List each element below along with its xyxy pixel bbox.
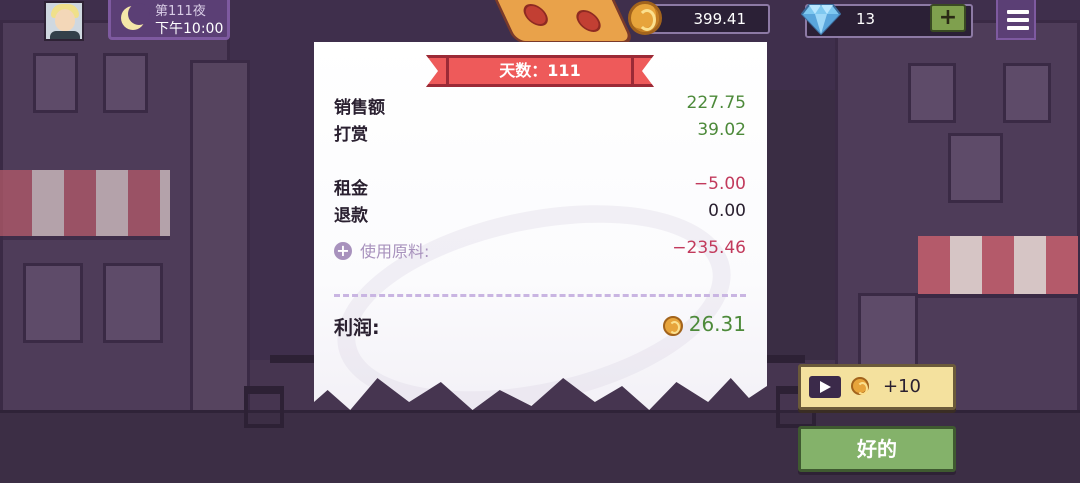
profit-value: 26.31 (688, 312, 746, 336)
night-counter: 第111夜 (155, 4, 206, 19)
window (23, 263, 83, 343)
sales-value: 227.75 (686, 93, 746, 113)
player-avatar[interactable] (44, 1, 84, 41)
watch-video-reward-button[interactable]: +10 (798, 364, 956, 410)
gem-icon (801, 4, 841, 35)
play-video-icon (809, 376, 841, 398)
window (33, 53, 78, 113)
building-right (835, 20, 1080, 415)
rent-value: −5.00 (693, 174, 746, 194)
rent-label: 租金 (334, 179, 368, 199)
refund-value: 0.00 (708, 201, 746, 221)
tips-label: 打赏 (334, 125, 368, 145)
pizza-decoration (494, 0, 636, 44)
ok-button[interactable]: 好的 (798, 426, 956, 472)
moon-icon (121, 3, 150, 30)
ingredients-label[interactable]: 使用原料: (360, 238, 429, 262)
expand-ingredients-icon[interactable]: + (334, 242, 352, 260)
window (103, 263, 163, 343)
window (103, 53, 148, 113)
window (1003, 63, 1051, 123)
ok-button-label: 好的 (857, 437, 897, 461)
cafe-table (765, 355, 805, 363)
video-reward-amount: +10 (883, 376, 921, 397)
building-left-side (190, 60, 250, 415)
window (908, 63, 956, 123)
coin-amount: 399.41 (693, 10, 747, 28)
menu-icon (1007, 10, 1029, 14)
awning-left (0, 170, 170, 240)
refund-label: 退款 (334, 206, 368, 226)
sales-label: 销售额 (334, 98, 385, 118)
window (948, 133, 1003, 203)
day-banner: 天数：111 (426, 52, 654, 90)
receipt-divider (334, 294, 746, 297)
add-gems-button[interactable]: + (930, 4, 966, 32)
day-time-panel: 第111夜 下午10:00 (108, 0, 230, 40)
ingredients-value: −235.46 (672, 238, 746, 258)
coin-icon (851, 377, 869, 395)
awning-right (918, 236, 1078, 298)
stool (244, 386, 284, 428)
coin-icon (663, 316, 683, 336)
clock-time: 下午10:00 (155, 21, 224, 37)
menu-button[interactable] (996, 0, 1036, 40)
cafe-table (270, 355, 320, 363)
tips-value: 39.02 (697, 120, 746, 140)
gem-amount: 13 (856, 10, 876, 28)
profit-label: 利润: (334, 317, 380, 339)
coin-icon (628, 1, 662, 35)
day-count: 天数：111 (499, 61, 581, 80)
